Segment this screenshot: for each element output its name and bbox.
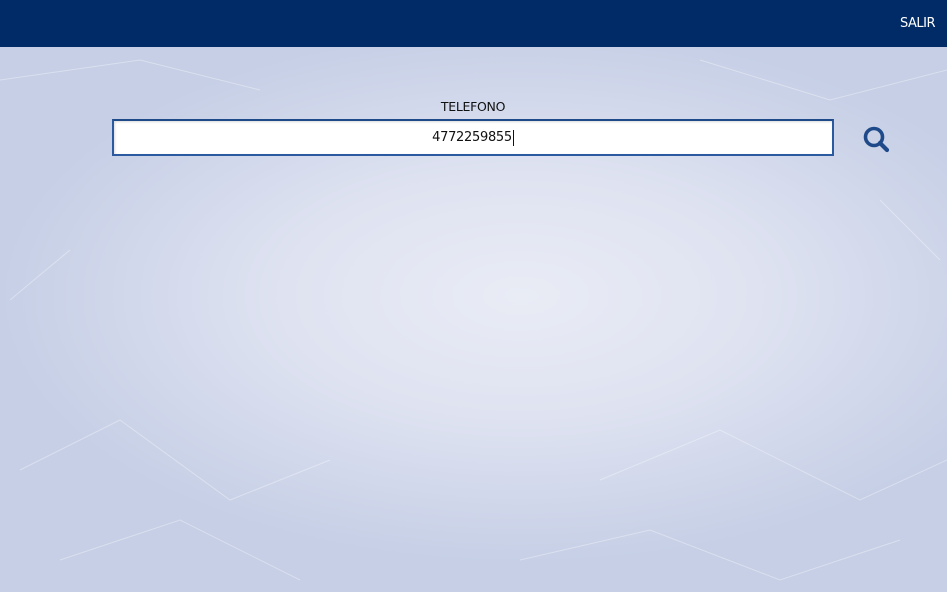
top-bar: SALIR (0, 0, 947, 47)
app-screen: SALIR TELEFONO 4772259855 (0, 0, 947, 592)
phone-value: 4772259855 (432, 130, 512, 145)
exit-button[interactable]: SALIR (900, 16, 936, 31)
phone-input[interactable]: 4772259855 (112, 119, 834, 156)
text-caret (512, 129, 514, 146)
search-button[interactable] (862, 125, 890, 153)
background-texture (0, 59, 947, 581)
phone-label: TELEFONO (440, 99, 506, 114)
search-icon (863, 126, 890, 153)
